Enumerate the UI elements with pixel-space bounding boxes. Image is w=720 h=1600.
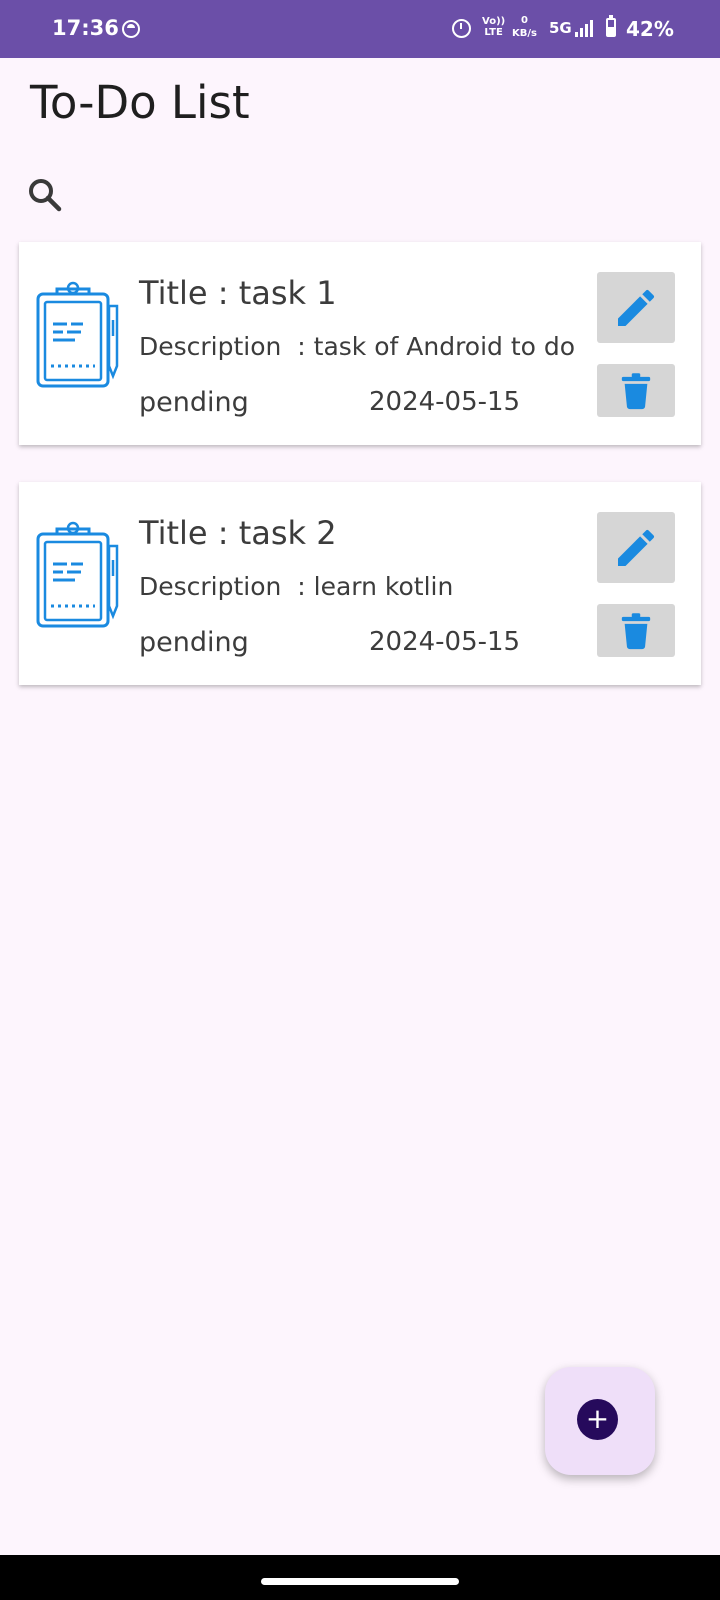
network-speed: 0 KB/s (512, 14, 537, 40)
search-icon (29, 179, 62, 212)
task-description: Description : learn kotlin (139, 572, 454, 601)
delete-task-button[interactable] (597, 604, 675, 657)
battery-percent: 42% (626, 17, 674, 41)
edit-task-button[interactable] (597, 512, 675, 583)
task-title: Title : task 2 (139, 514, 337, 552)
alarm-icon (452, 19, 471, 38)
volte-bottom-label: LTE (484, 27, 503, 38)
notification-icon (122, 20, 140, 38)
edit-icon (618, 289, 655, 326)
signal-icon (575, 20, 597, 37)
search-button[interactable] (22, 172, 70, 220)
add-icon: + (577, 1399, 618, 1440)
clipboard-icon (36, 281, 119, 388)
task-card[interactable]: Title : task 1 Description : task of And… (19, 242, 701, 445)
status-time: 17:36 (52, 16, 119, 40)
speed-unit: KB/s (512, 28, 537, 39)
edit-icon (618, 529, 655, 566)
task-status: pending (139, 627, 249, 658)
task-status: pending (139, 387, 249, 418)
trash-icon (621, 372, 651, 409)
volte-icon: Vo)) LTE (482, 16, 505, 38)
network-type: 5G (549, 19, 572, 37)
trash-icon (621, 612, 651, 649)
task-card[interactable]: Title : task 2 Description : learn kotli… (19, 482, 701, 685)
task-list: Title : task 1 Description : task of And… (19, 242, 701, 722)
battery-charging-icon (606, 15, 616, 37)
task-date: 2024-05-15 (369, 387, 521, 417)
home-gesture-handle[interactable] (261, 1578, 459, 1585)
edit-task-button[interactable] (597, 272, 675, 343)
delete-task-button[interactable] (597, 364, 675, 417)
task-date: 2024-05-15 (369, 627, 521, 657)
navigation-bar (0, 1555, 720, 1600)
task-description: Description : task of Android to do (139, 332, 576, 361)
volte-top-label: Vo)) (482, 16, 506, 27)
clipboard-icon (36, 521, 119, 628)
add-task-fab[interactable]: + (545, 1367, 655, 1475)
status-bar: 17:36 Vo)) LTE 0 KB/s 5G 42% (0, 0, 720, 58)
speed-value: 0 (521, 15, 528, 26)
task-title: Title : task 1 (139, 274, 337, 312)
page-title: To-Do List (30, 76, 250, 129)
